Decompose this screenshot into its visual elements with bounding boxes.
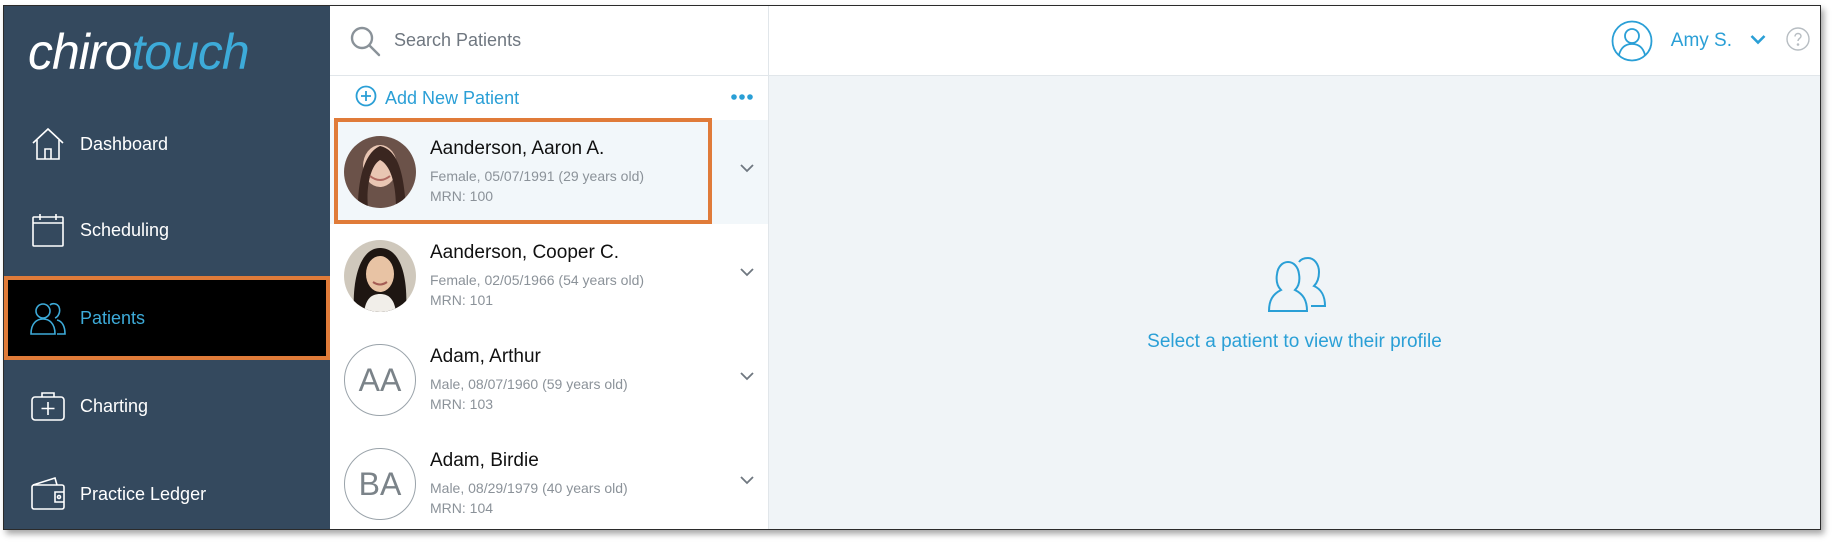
sidebar-item-practice-ledger[interactable]: Practice Ledger — [4, 452, 330, 529]
chevron-down-icon[interactable] — [1750, 32, 1766, 50]
users-icon — [28, 298, 68, 338]
sidebar-item-label: Dashboard — [80, 133, 169, 154]
sidebar-item-scheduling[interactable]: Scheduling — [4, 188, 330, 272]
patient-demographics: Female, 02/05/1966 (54 years old) — [430, 272, 645, 288]
search-input[interactable] — [394, 30, 714, 51]
patient-demographics: Male, 08/07/1960 (59 years old) — [430, 376, 628, 392]
patient-info: Aanderson, Aaron A. Female, 05/07/1991 (… — [430, 138, 644, 206]
patient-info: Adam, Arthur Male, 08/07/1960 (59 years … — [430, 346, 628, 414]
sidebar-item-label: Scheduling — [80, 219, 170, 240]
patient-info: Aanderson, Cooper C. Female, 02/05/1966 … — [430, 242, 644, 310]
sidebar-item-charting[interactable]: Charting — [4, 364, 330, 448]
empty-state: Select a patient to view their profile — [769, 256, 1820, 353]
patient-mrn: MRN: 101 — [430, 292, 494, 308]
chevron-down-icon[interactable] — [740, 472, 754, 490]
list-item[interactable]: AA Adam, Arthur Male, 08/07/1960 (59 yea… — [330, 328, 768, 432]
help-icon[interactable] — [1786, 26, 1810, 56]
user-avatar-icon[interactable] — [1611, 20, 1653, 62]
avatar — [344, 136, 416, 208]
add-new-patient-button[interactable]: Add New Patient — [355, 85, 519, 112]
logo-text-chiro: chiro — [28, 24, 132, 80]
main-content: Select a patient to view their profile — [769, 76, 1820, 529]
sidebar-item-label: Patients — [80, 307, 146, 328]
app-logo[interactable]: chirotouch — [28, 24, 250, 80]
user-menu: Amy S. — [1611, 6, 1820, 76]
user-name[interactable]: Amy S. — [1671, 30, 1732, 52]
list-item[interactable]: Aanderson, Cooper C. Female, 02/05/1966 … — [330, 224, 768, 328]
sidebar-item-patients[interactable]: Patients — [4, 276, 330, 360]
list-toolbar: Add New Patient — [330, 76, 768, 120]
patient-name: Aanderson, Cooper C. — [430, 242, 620, 263]
empty-state-message: Select a patient to view their profile — [1147, 331, 1442, 352]
list-item[interactable]: Aanderson, Aaron A. Female, 05/07/1991 (… — [330, 120, 768, 224]
app-window: chirotouch Dashboard Scheduling Patients — [3, 5, 1821, 530]
list-item[interactable]: BA Adam, Birdie Male, 08/29/1979 (40 yea… — [330, 432, 768, 529]
patient-list-panel: Add New Patient Aanderson, Aaron A. Fema… — [330, 6, 769, 529]
more-options-icon[interactable] — [730, 88, 754, 106]
chevron-down-icon[interactable] — [740, 368, 754, 386]
users-icon — [1263, 256, 1327, 316]
logo-text-touch: touch — [131, 24, 249, 80]
top-bar: Amy S. — [769, 6, 1820, 76]
sidebar-item-dashboard[interactable]: Dashboard — [4, 102, 330, 186]
chevron-down-icon[interactable] — [740, 264, 754, 282]
avatar: BA — [344, 448, 416, 520]
plus-circle-icon — [355, 85, 377, 112]
patient-name: Aanderson, Aaron A. — [430, 138, 605, 159]
patient-name: Adam, Arthur — [430, 346, 541, 367]
patient-demographics: Male, 08/29/1979 (40 years old) — [430, 480, 628, 496]
chevron-down-icon[interactable] — [740, 160, 754, 178]
patient-mrn: MRN: 100 — [430, 188, 494, 204]
patient-mrn: MRN: 103 — [430, 396, 494, 412]
search-bar — [330, 6, 768, 76]
patient-name: Adam, Birdie — [430, 450, 539, 471]
patient-info: Adam, Birdie Male, 08/29/1979 (40 years … — [430, 450, 628, 518]
sidebar: chirotouch Dashboard Scheduling Patients — [4, 6, 330, 529]
home-icon — [28, 124, 68, 164]
patient-mrn: MRN: 104 — [430, 500, 494, 516]
sidebar-item-label: Practice Ledger — [80, 483, 207, 504]
avatar: AA — [344, 344, 416, 416]
calendar-icon — [28, 210, 68, 250]
wallet-icon — [28, 474, 68, 514]
medical-kit-icon — [28, 386, 68, 426]
patient-demographics: Female, 05/07/1991 (29 years old) — [430, 168, 645, 184]
search-icon[interactable] — [348, 24, 382, 58]
add-new-patient-label: Add New Patient — [385, 87, 520, 108]
sidebar-item-label: Charting — [80, 395, 149, 416]
avatar — [344, 240, 416, 312]
